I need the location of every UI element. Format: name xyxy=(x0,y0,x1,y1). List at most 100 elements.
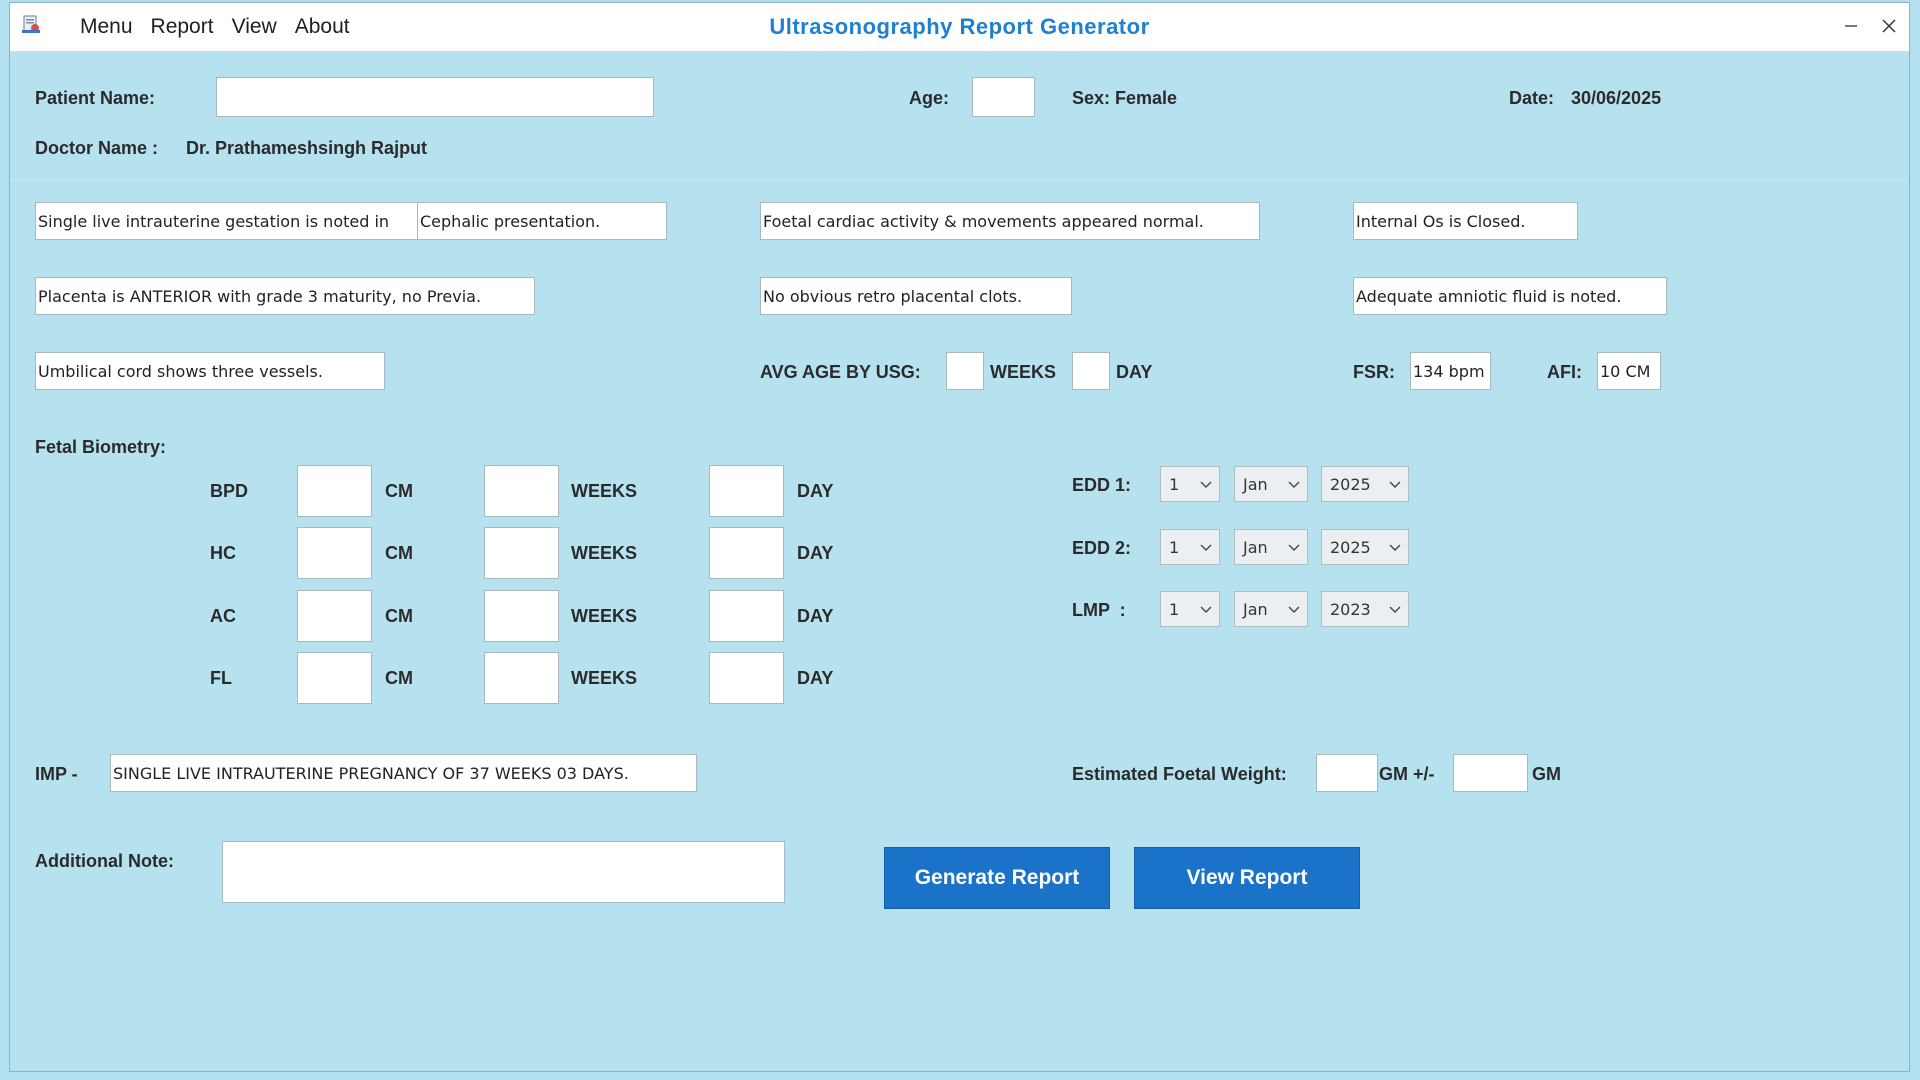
menu-bar: Menu Report View About xyxy=(71,3,359,51)
edd1-label: EDD 1: xyxy=(1072,475,1132,495)
afi-input[interactable]: 10 CM xyxy=(1597,352,1661,390)
ac-day-label: DAY xyxy=(797,606,834,626)
retro-placental-field[interactable]: No obvious retro placental clots. xyxy=(760,277,1072,315)
bpd-weeks-input[interactable] xyxy=(484,465,559,517)
patient-name-input[interactable] xyxy=(216,77,654,117)
chevron-down-icon xyxy=(1389,606,1401,613)
ac-day-input[interactable] xyxy=(709,590,784,642)
lmp-year-value: 2023 xyxy=(1330,599,1371,619)
chevron-down-icon xyxy=(1288,606,1300,613)
hc-label: HC xyxy=(210,543,236,563)
fl-cm-input[interactable] xyxy=(297,652,372,704)
doctor-name-label: Doctor Name : xyxy=(35,138,159,158)
placenta-field[interactable]: Placenta is ANTERIOR with grade 3 maturi… xyxy=(35,277,535,315)
fsr-input[interactable]: 134 bpm xyxy=(1410,352,1491,390)
app-window: Menu Report View About Ultrasonography R… xyxy=(9,2,1910,1072)
lmp-day-select[interactable]: 1 xyxy=(1160,591,1220,627)
edd2-month-select[interactable]: Jan xyxy=(1234,529,1308,565)
ac-cm-input[interactable] xyxy=(297,590,372,642)
edd1-month-select[interactable]: Jan xyxy=(1234,466,1308,502)
presentation-field[interactable]: Cephalic presentation. xyxy=(417,202,667,240)
ac-cm-label: CM xyxy=(385,606,413,626)
title-bar: Menu Report View About Ultrasonography R… xyxy=(10,3,1909,52)
hc-day-input[interactable] xyxy=(709,527,784,579)
document-scan-icon[interactable] xyxy=(20,13,42,35)
hc-weeks-input[interactable] xyxy=(484,527,559,579)
hc-day-label: DAY xyxy=(797,543,834,563)
fl-weeks-input[interactable] xyxy=(484,652,559,704)
avg-age-weeks-input[interactable] xyxy=(946,352,984,390)
avg-age-weeks-label: WEEKS xyxy=(990,362,1057,382)
edd2-label: EDD 2: xyxy=(1072,538,1132,558)
view-report-button[interactable]: View Report xyxy=(1134,847,1360,909)
imp-label: IMP - xyxy=(35,764,78,784)
fl-cm-label: CM xyxy=(385,668,413,688)
ac-label: AC xyxy=(210,606,236,626)
bpd-weeks-label: WEEKS xyxy=(571,481,638,501)
afi-label: AFI: xyxy=(1547,362,1582,382)
chevron-down-icon xyxy=(1389,481,1401,488)
avg-age-label: AVG AGE BY USG: xyxy=(760,362,921,382)
date-label: Date: xyxy=(1509,88,1555,108)
ac-weeks-input[interactable] xyxy=(484,590,559,642)
menu-item-about[interactable]: About xyxy=(286,3,359,51)
minimize-button[interactable] xyxy=(1833,9,1869,43)
doctor-name-value: Dr. Prathameshsingh Rajput xyxy=(186,138,428,158)
bpd-label: BPD xyxy=(210,481,249,501)
efw-gm-label: GM xyxy=(1532,764,1561,784)
internal-os-field[interactable]: Internal Os is Closed. xyxy=(1353,202,1578,240)
efw-gm-pm-label: GM +/- xyxy=(1379,764,1435,784)
lmp-year-select[interactable]: 2023 xyxy=(1321,591,1409,627)
bpd-day-input[interactable] xyxy=(709,465,784,517)
cardiac-activity-field[interactable]: Foetal cardiac activity & movements appe… xyxy=(760,202,1260,240)
fl-day-input[interactable] xyxy=(709,652,784,704)
fetal-biometry-title: Fetal Biometry: xyxy=(35,437,167,457)
chevron-down-icon xyxy=(1389,544,1401,551)
edd1-year-value: 2025 xyxy=(1330,474,1371,494)
chevron-down-icon xyxy=(1200,481,1212,488)
imp-input[interactable]: SINGLE LIVE INTRAUTERINE PREGNANCY OF 37… xyxy=(110,754,697,792)
chevron-down-icon xyxy=(1200,606,1212,613)
amniotic-fluid-field[interactable]: Adequate amniotic fluid is noted. xyxy=(1353,277,1667,315)
menu-item-view[interactable]: View xyxy=(223,3,286,51)
additional-note-label: Additional Note: xyxy=(35,851,174,871)
hc-cm-input[interactable] xyxy=(297,527,372,579)
lmp-month-value: Jan xyxy=(1243,599,1268,619)
fsr-label: FSR: xyxy=(1353,362,1395,382)
avg-age-day-input[interactable] xyxy=(1072,352,1110,390)
bpd-day-label: DAY xyxy=(797,481,834,501)
lmp-day-value: 1 xyxy=(1169,599,1180,619)
edd2-day-select[interactable]: 1 xyxy=(1160,529,1220,565)
chevron-down-icon xyxy=(1200,544,1212,551)
menu-item-report[interactable]: Report xyxy=(142,3,223,51)
edd2-year-value: 2025 xyxy=(1330,537,1371,557)
efw-label: Estimated Foetal Weight: xyxy=(1072,764,1287,784)
lmp-label: LMP : xyxy=(1072,600,1126,620)
menu-item-menu[interactable]: Menu xyxy=(71,3,142,51)
age-label: Age: xyxy=(909,88,949,108)
edd2-year-select[interactable]: 2025 xyxy=(1321,529,1409,565)
edd1-day-select[interactable]: 1 xyxy=(1160,466,1220,502)
header-divider xyxy=(10,179,1909,180)
lmp-month-select[interactable]: Jan xyxy=(1234,591,1308,627)
ac-weeks-label: WEEKS xyxy=(571,606,638,626)
patient-name-label: Patient Name: xyxy=(35,88,156,108)
fl-label: FL xyxy=(210,668,232,688)
minimize-icon xyxy=(1845,25,1857,27)
additional-note-input[interactable] xyxy=(222,841,785,903)
fl-weeks-label: WEEKS xyxy=(571,668,638,688)
edd1-year-select[interactable]: 2025 xyxy=(1321,466,1409,502)
bpd-cm-input[interactable] xyxy=(297,465,372,517)
avg-age-day-label: DAY xyxy=(1116,362,1153,382)
generate-report-button[interactable]: Generate Report xyxy=(884,847,1110,909)
hc-weeks-label: WEEKS xyxy=(571,543,638,563)
efw-variance-input[interactable] xyxy=(1453,754,1528,792)
edd2-day-value: 1 xyxy=(1169,537,1180,557)
close-button[interactable] xyxy=(1871,9,1907,43)
chevron-down-icon xyxy=(1288,481,1300,488)
age-input[interactable] xyxy=(972,77,1035,117)
date-value: 30/06/2025 xyxy=(1571,88,1662,108)
efw-input[interactable] xyxy=(1316,754,1378,792)
gestation-field[interactable]: Single live intrauterine gestation is no… xyxy=(35,202,418,240)
umbilical-cord-field[interactable]: Umbilical cord shows three vessels. xyxy=(35,352,385,390)
